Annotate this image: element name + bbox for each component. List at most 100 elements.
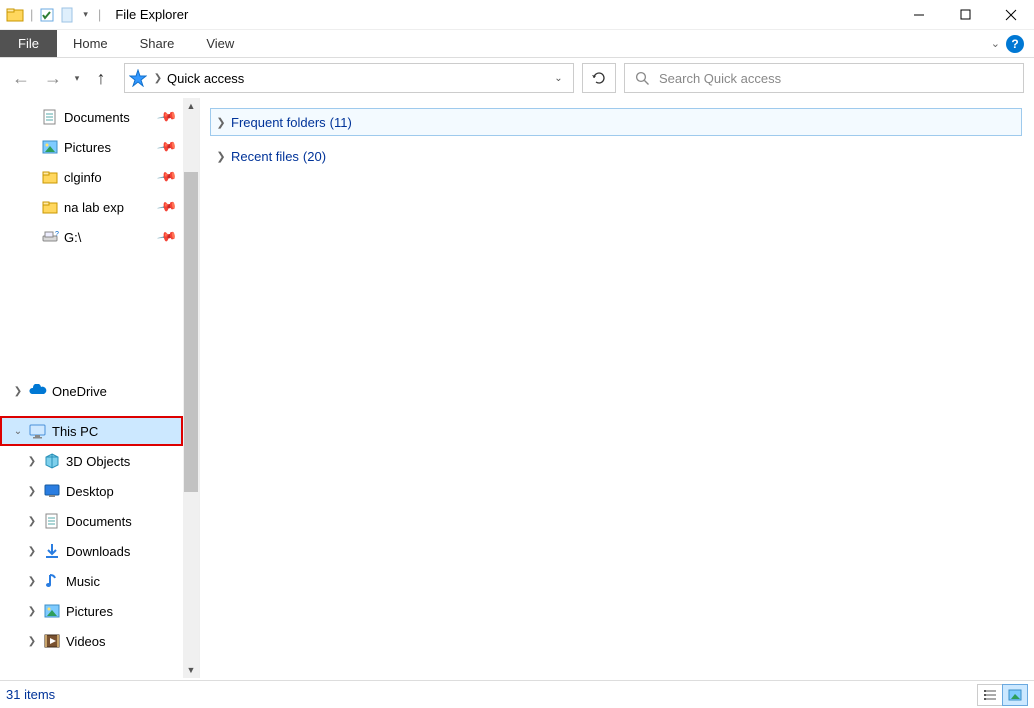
tree-label: clginfo	[64, 170, 102, 185]
scroll-up-icon[interactable]: ▲	[183, 98, 199, 114]
tab-view[interactable]: View	[190, 30, 250, 57]
quick-access-star-icon	[125, 69, 151, 87]
expand-chevron-icon[interactable]: ❯	[24, 606, 40, 617]
tree-item-this-pc[interactable]: ⌄ This PC	[0, 416, 183, 446]
forward-button[interactable]: →	[38, 64, 68, 92]
expand-chevron-icon[interactable]: ❯	[10, 386, 26, 397]
scroll-down-icon[interactable]: ▼	[183, 662, 199, 678]
scroll-thumb[interactable]	[184, 172, 198, 492]
3d-objects-icon	[42, 452, 62, 470]
music-icon	[42, 572, 62, 590]
tree-item-pictures-pc[interactable]: ❯ Pictures	[0, 596, 183, 626]
tab-file[interactable]: File	[0, 30, 57, 57]
pin-icon: 📌	[156, 226, 178, 248]
close-button[interactable]	[988, 0, 1034, 30]
tree-label: na lab exp	[64, 200, 124, 215]
tree-label: Documents	[64, 110, 130, 125]
refresh-button[interactable]	[582, 63, 616, 93]
ribbon-collapse-icon[interactable]: ⌄	[991, 37, 1000, 50]
group-count: (20)	[303, 149, 326, 164]
help-icon[interactable]: ?	[1006, 35, 1024, 53]
expand-chevron-icon[interactable]: ❯	[24, 486, 40, 497]
search-box[interactable]	[624, 63, 1024, 93]
tree-label: This PC	[52, 424, 98, 439]
group-name: Recent files	[231, 149, 299, 164]
tree-scrollbar[interactable]: ▲ ▼	[183, 98, 199, 678]
tab-share[interactable]: Share	[124, 30, 191, 57]
expand-chevron-icon[interactable]: ❯	[24, 456, 40, 467]
tab-home[interactable]: Home	[57, 30, 124, 57]
collapse-chevron-icon[interactable]: ⌄	[10, 426, 26, 437]
tree: Documents 📌 Pictures 📌 clginfo 📌 na lab …	[0, 98, 183, 678]
tree-item-documents[interactable]: Documents 📌	[0, 102, 183, 132]
expand-chevron-icon[interactable]: ❯	[24, 546, 40, 557]
group-chevron-icon[interactable]: ❯	[211, 116, 231, 129]
videos-icon	[42, 632, 62, 650]
minimize-button[interactable]	[896, 0, 942, 30]
window-controls	[896, 0, 1034, 30]
pin-icon: 📌	[156, 136, 178, 158]
tree-label: Videos	[66, 634, 106, 649]
tree-item-desktop[interactable]: ❯ Desktop	[0, 476, 183, 506]
tree-item-documents-pc[interactable]: ❯ Documents	[0, 506, 183, 536]
tree-label: Pictures	[64, 140, 111, 155]
tree-label: Pictures	[66, 604, 113, 619]
tree-item-downloads[interactable]: ❯ Downloads	[0, 536, 183, 566]
pin-icon: 📌	[156, 166, 178, 188]
address-bar[interactable]: ❯ Quick access ⌄	[124, 63, 574, 93]
tree-label: Downloads	[66, 544, 130, 559]
this-pc-icon	[28, 423, 48, 439]
group-name: Frequent folders	[231, 115, 326, 130]
titlebar-left: | ▾ | File Explorer	[0, 6, 188, 24]
tree-label: Music	[66, 574, 100, 589]
tree-item-music[interactable]: ❯ Music	[0, 566, 183, 596]
group-chevron-icon[interactable]: ❯	[211, 150, 231, 163]
address-location[interactable]: Quick access	[165, 71, 543, 86]
group-frequent-folders[interactable]: ❯ Frequent folders (11)	[210, 108, 1022, 136]
navigation-bar: ← → ▾ ↑ ❯ Quick access ⌄	[0, 58, 1034, 98]
tree-label: OneDrive	[52, 384, 107, 399]
tree-item-gdrive[interactable]: ? G:\ 📌	[0, 222, 183, 252]
group-count: (11)	[330, 115, 352, 130]
pictures-icon	[40, 138, 60, 156]
desktop-icon	[42, 483, 62, 499]
status-bar: 31 items	[0, 680, 1034, 708]
tree-label: 3D Objects	[66, 454, 130, 469]
group-recent-files[interactable]: ❯ Recent files (20)	[210, 142, 1022, 170]
tree-item-pictures[interactable]: Pictures 📌	[0, 132, 183, 162]
ribbon-tabs: File Home Share View ⌄ ?	[0, 30, 1034, 58]
history-dropdown-icon[interactable]: ▾	[70, 73, 84, 84]
titlebar: | ▾ | File Explorer	[0, 0, 1034, 30]
expand-chevron-icon[interactable]: ❯	[24, 636, 40, 647]
up-button[interactable]: ↑	[86, 64, 116, 92]
qat-dropdown-icon[interactable]: ▾	[79, 9, 92, 20]
view-large-icons-button[interactable]	[1002, 684, 1028, 706]
separator: |	[30, 7, 33, 22]
view-details-button[interactable]	[977, 684, 1003, 706]
tree-item-onedrive[interactable]: ❯ OneDrive	[0, 376, 183, 406]
body: Documents 📌 Pictures 📌 clginfo 📌 na lab …	[0, 98, 1034, 678]
window-title: File Explorer	[115, 7, 188, 22]
drive-icon: ?	[40, 230, 60, 244]
breadcrumb-chevron-icon[interactable]: ❯	[151, 73, 165, 84]
back-button[interactable]: ←	[6, 64, 36, 92]
pin-icon: 📌	[156, 106, 178, 128]
tree-item-nalabexp[interactable]: na lab exp 📌	[0, 192, 183, 222]
content-pane: ❯ Frequent folders (11) ❯ Recent files (…	[200, 98, 1034, 678]
pin-icon: 📌	[156, 196, 178, 218]
expand-chevron-icon[interactable]: ❯	[24, 576, 40, 587]
pictures-icon	[42, 602, 62, 620]
tree-item-clginfo[interactable]: clginfo 📌	[0, 162, 183, 192]
maximize-button[interactable]	[942, 0, 988, 30]
expand-chevron-icon[interactable]: ❯	[24, 516, 40, 527]
search-icon	[625, 71, 659, 86]
downloads-icon	[42, 542, 62, 560]
qat-newfolder-icon[interactable]	[59, 7, 75, 23]
address-dropdown-icon[interactable]: ⌄	[543, 73, 573, 84]
tree-item-videos[interactable]: ❯ Videos	[0, 626, 183, 656]
qat-properties-icon[interactable]	[39, 7, 55, 23]
tree-item-3d-objects[interactable]: ❯ 3D Objects	[0, 446, 183, 476]
folder-icon	[40, 198, 60, 216]
search-input[interactable]	[659, 71, 1023, 86]
folder-icon	[40, 168, 60, 186]
